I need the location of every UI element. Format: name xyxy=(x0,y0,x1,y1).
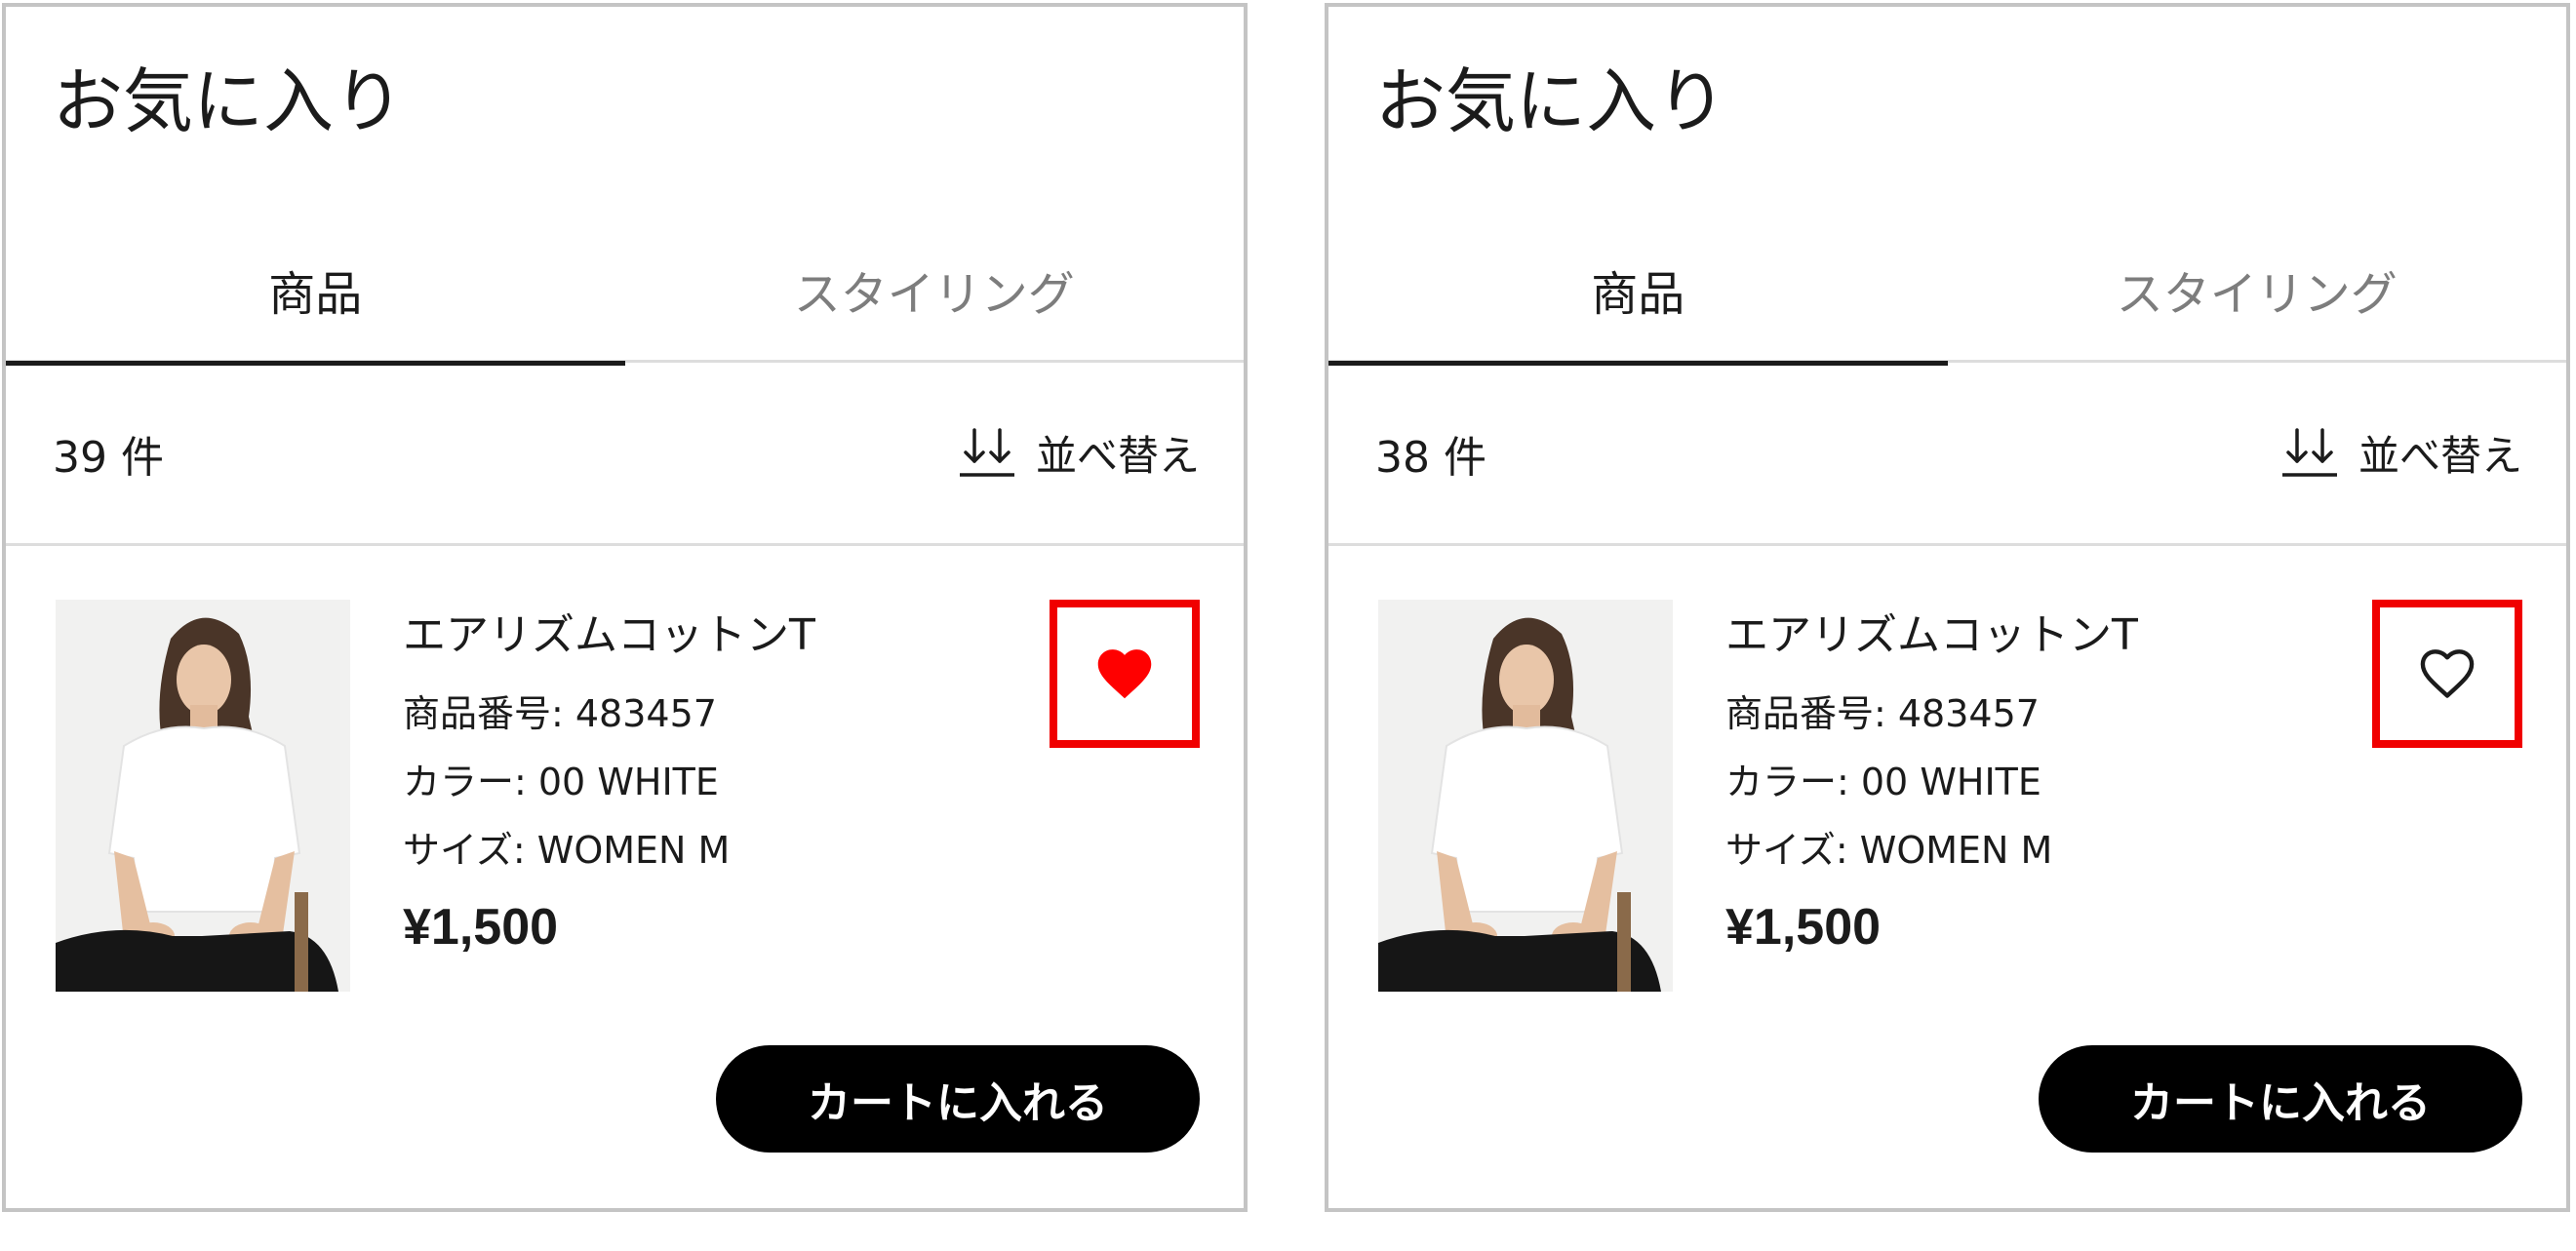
sort-button[interactable]: 並べ替え xyxy=(2280,363,2522,543)
add-to-cart-button[interactable]: カートに入れる xyxy=(716,1045,1200,1153)
tab-bar: 商品 スタイリング xyxy=(6,216,1245,366)
list-toolbar: 38 件 並べ替え xyxy=(1328,363,2566,546)
product-color: カラー: 00 WHITE xyxy=(403,761,719,803)
product-size: サイズ: WOMEN M xyxy=(403,829,731,872)
item-count: 39 件 xyxy=(53,432,164,483)
item-count: 38 件 xyxy=(1375,432,1486,483)
heart-outline-icon xyxy=(2415,643,2479,705)
favorites-panel-before: お気に入り 商品 スタイリング 39 件 並べ替え エアリズムコットンT 商品番… xyxy=(2,3,1248,1212)
product-color: カラー: 00 WHITE xyxy=(1725,761,2041,803)
product-number: 商品番号: 483457 xyxy=(403,692,717,735)
product-name[interactable]: エアリズムコットンT xyxy=(403,602,815,670)
product-info: エアリズムコットンT 商品番号: 483457 カラー: 00 WHITE サイ… xyxy=(1725,602,2138,966)
product-price: ¥1,500 xyxy=(1725,899,1882,956)
tab-products[interactable]: 商品 xyxy=(1328,216,1948,366)
sort-label: 並べ替え xyxy=(2358,432,2522,480)
tab-styling[interactable]: スタイリング xyxy=(625,216,1245,363)
product-thumbnail[interactable] xyxy=(1378,600,1673,992)
product-price: ¥1,500 xyxy=(403,899,559,956)
favorite-button[interactable] xyxy=(1050,600,1200,748)
tab-styling[interactable]: スタイリング xyxy=(1948,216,2567,363)
tab-products[interactable]: 商品 xyxy=(6,216,625,366)
favorites-panel-after: お気に入り 商品 スタイリング 38 件 並べ替え エアリズムコットンT 商品番… xyxy=(1325,3,2570,1212)
product-thumbnail[interactable] xyxy=(56,600,350,992)
sort-label: 並べ替え xyxy=(1035,432,1200,480)
add-to-cart-button[interactable]: カートに入れる xyxy=(2039,1045,2522,1153)
sort-icon xyxy=(958,424,1016,483)
heart-filled-icon xyxy=(1092,643,1157,705)
page-title: お気に入り xyxy=(53,60,405,142)
tab-bar: 商品 スタイリング xyxy=(1328,216,2567,366)
sort-icon xyxy=(2280,424,2339,483)
page-title: お気に入り xyxy=(1375,60,1727,142)
product-info: エアリズムコットンT 商品番号: 483457 カラー: 00 WHITE サイ… xyxy=(403,602,815,966)
sort-button[interactable]: 並べ替え xyxy=(958,363,1200,543)
list-toolbar: 39 件 並べ替え xyxy=(6,363,1244,546)
product-name[interactable]: エアリズムコットンT xyxy=(1725,602,2138,670)
product-number: 商品番号: 483457 xyxy=(1725,692,2040,735)
favorite-button[interactable] xyxy=(2372,600,2522,748)
product-size: サイズ: WOMEN M xyxy=(1725,829,2053,872)
